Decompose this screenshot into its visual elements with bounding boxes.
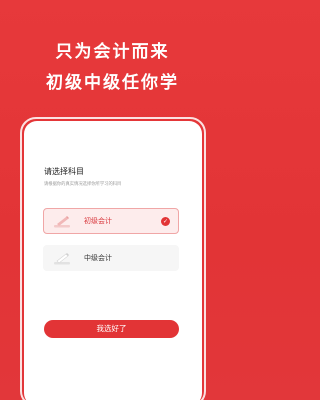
subject-card: 请选择科目 请根据你的真实情况选择你所学习的科目 初级会计 ✓ 中级会计 我选好… xyxy=(24,121,202,400)
option-label: 中级会计 xyxy=(84,254,112,262)
hero-subtitle: 初级中级任你学 xyxy=(46,73,179,93)
hero-title: 只为会计而来 xyxy=(55,42,170,62)
confirm-button[interactable]: 我选好了 xyxy=(44,320,179,338)
option-intermediate-accounting[interactable]: 中级会计 xyxy=(43,245,179,271)
option-label: 初级会计 xyxy=(84,217,112,225)
option-junior-accounting[interactable]: 初级会计 ✓ xyxy=(43,208,179,234)
card-subtitle: 请根据你的真实情况选择你所学习的科目 xyxy=(44,182,122,187)
pencil-icon xyxy=(54,253,70,265)
check-icon: ✓ xyxy=(161,217,170,226)
pencil-icon xyxy=(54,216,70,228)
card-title: 请选择科目 xyxy=(44,167,84,176)
